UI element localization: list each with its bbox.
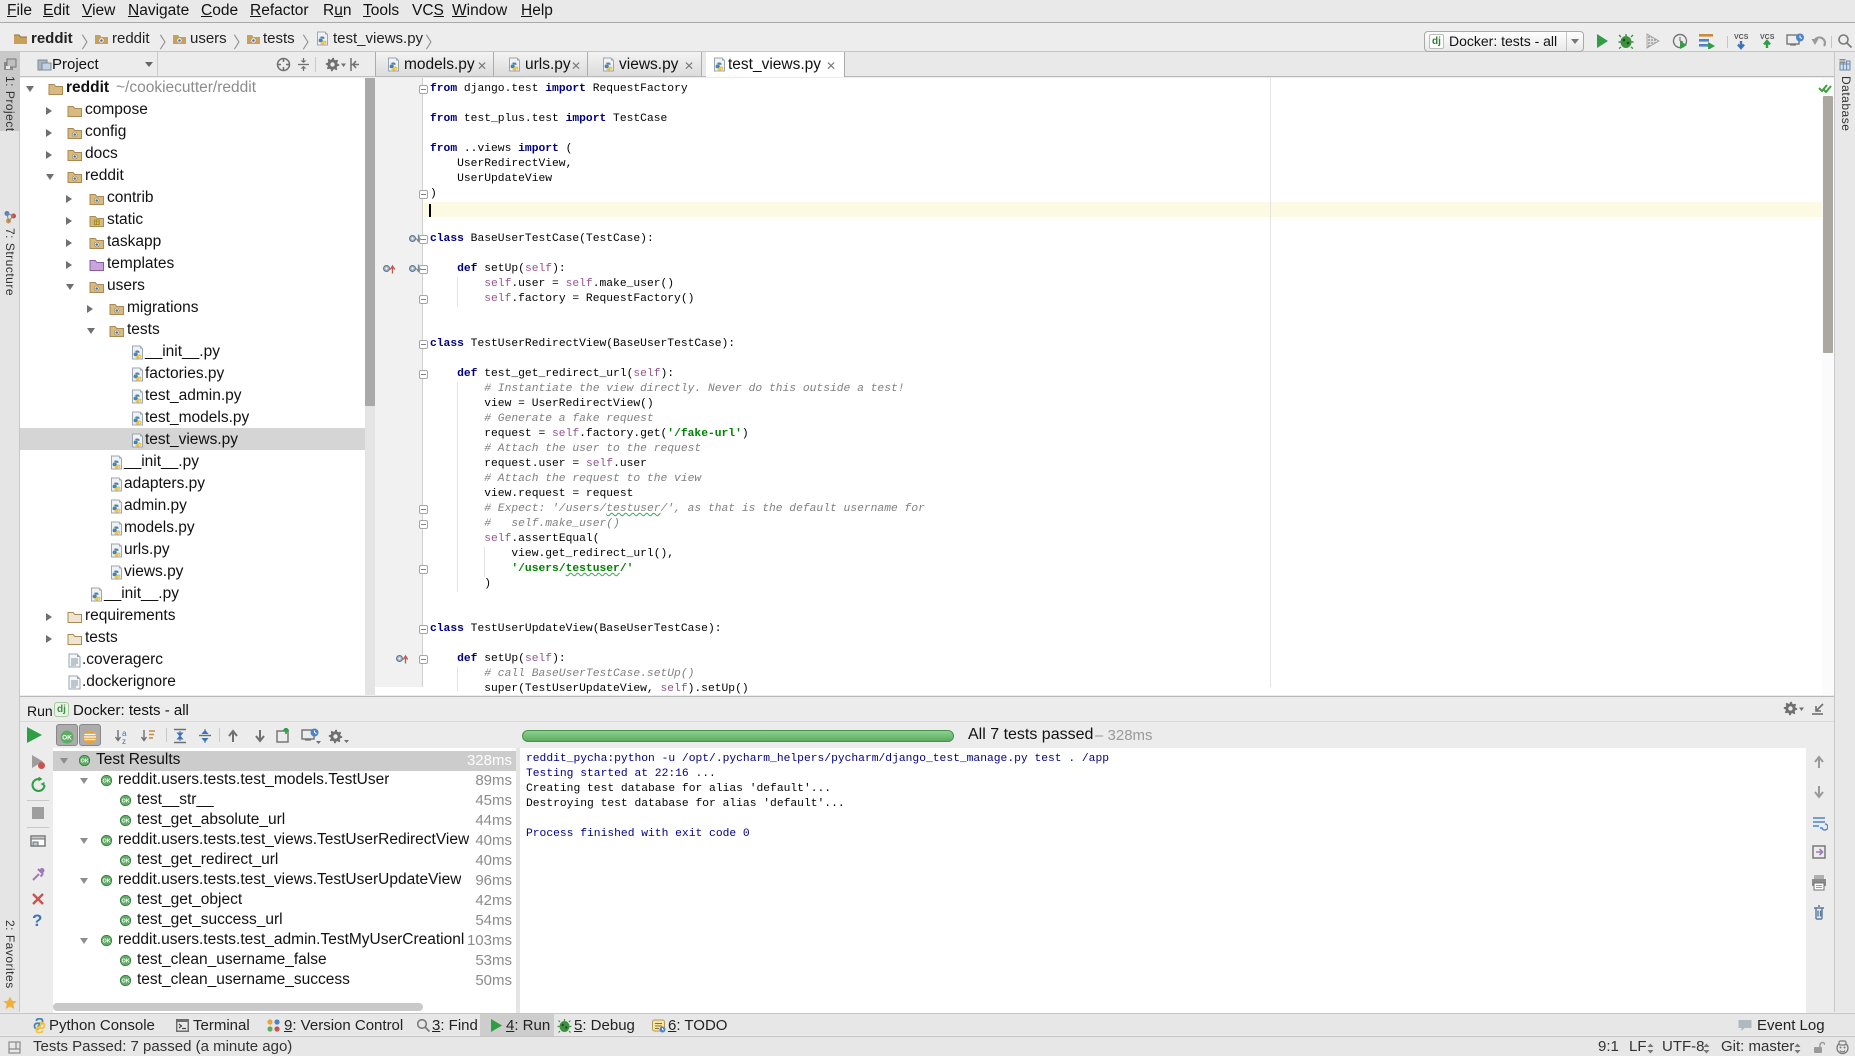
svg-text:OK: OK	[62, 735, 72, 742]
svg-text:VCS: VCS	[1734, 34, 1749, 41]
svg-text:z: z	[122, 737, 126, 745]
